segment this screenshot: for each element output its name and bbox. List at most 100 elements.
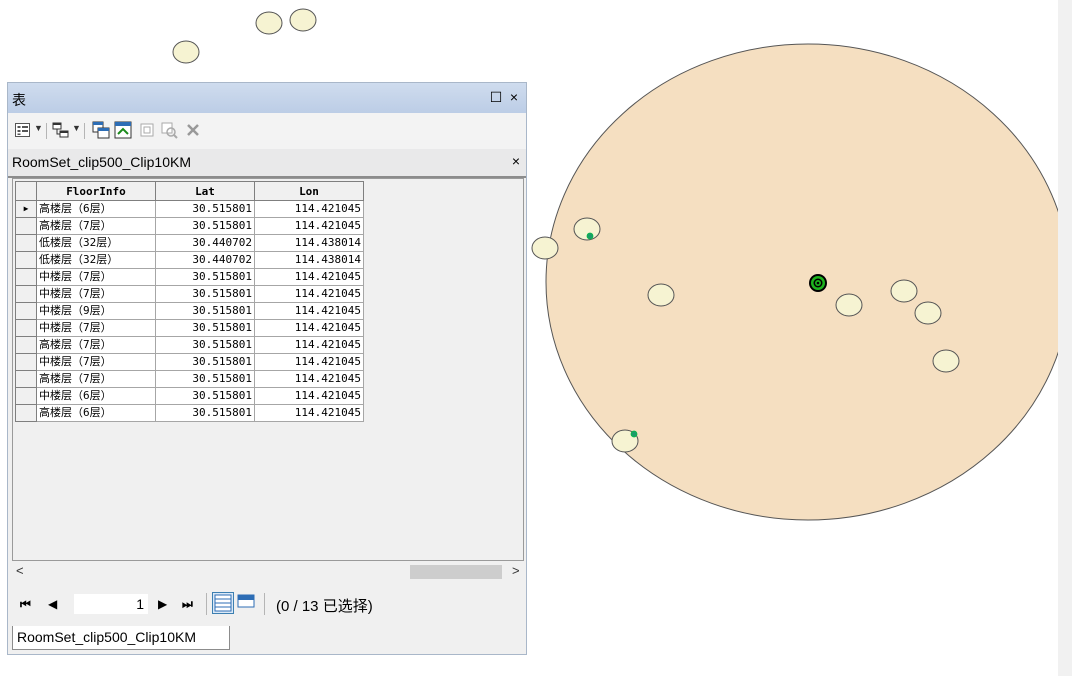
current-record-input[interactable]: 1 bbox=[74, 594, 148, 614]
cell-lat[interactable]: 30.515801 bbox=[155, 217, 255, 235]
column-header-floorinfo[interactable]: FloorInfo bbox=[36, 181, 156, 201]
cell-floor[interactable]: 中楼层（9层） bbox=[36, 302, 156, 320]
map-point[interactable] bbox=[289, 8, 317, 32]
table-row[interactable]: 中楼层（6层） 30.515801 114.421045 bbox=[15, 387, 364, 405]
row-selector[interactable] bbox=[15, 387, 37, 405]
row-selector[interactable] bbox=[15, 404, 37, 422]
cell-floor[interactable]: 高楼层（7层） bbox=[36, 217, 156, 235]
table-row[interactable]: 高楼层（7层） 30.515801 114.421045 bbox=[15, 336, 364, 354]
row-selector[interactable] bbox=[15, 285, 37, 303]
row-selector[interactable] bbox=[15, 353, 37, 371]
cell-lat[interactable]: 30.515801 bbox=[155, 302, 255, 320]
zoom-to-selected-icon[interactable] bbox=[160, 121, 178, 139]
previous-record-button[interactable]: ◀ bbox=[48, 597, 57, 611]
scroll-right-arrow[interactable]: > bbox=[512, 563, 520, 578]
chevron-down-icon[interactable]: ▼ bbox=[72, 123, 81, 133]
table-row[interactable]: 中楼层（7层） 30.515801 114.421045 bbox=[15, 285, 364, 303]
table-row[interactable]: 中楼层（7层） 30.515801 114.421045 bbox=[15, 268, 364, 286]
map-point[interactable] bbox=[835, 293, 863, 317]
show-all-records-button[interactable] bbox=[212, 592, 234, 614]
cell-lat[interactable]: 30.515801 bbox=[155, 268, 255, 286]
table-row[interactable]: 高楼层（7层） 30.515801 114.421045 bbox=[15, 217, 364, 235]
cell-lon[interactable]: 114.421045 bbox=[254, 302, 364, 320]
scroll-left-arrow[interactable]: < bbox=[16, 563, 24, 578]
map-point[interactable] bbox=[531, 236, 559, 260]
clear-selection-icon[interactable] bbox=[138, 121, 156, 139]
column-header-lat[interactable]: Lat bbox=[155, 181, 255, 201]
row-selector[interactable] bbox=[15, 251, 37, 269]
cell-lat[interactable]: 30.515801 bbox=[155, 319, 255, 337]
row-selector[interactable] bbox=[15, 336, 37, 354]
table-row[interactable]: 低楼层（32层） 30.440702 114.438014 bbox=[15, 234, 364, 252]
last-record-button[interactable]: ⏭ bbox=[182, 597, 193, 612]
cell-floor[interactable]: 低楼层（32层） bbox=[36, 251, 156, 269]
cell-lon[interactable]: 114.421045 bbox=[254, 370, 364, 388]
related-tables-icon[interactable] bbox=[52, 121, 70, 139]
cell-lon[interactable]: 114.421045 bbox=[254, 336, 364, 354]
first-record-button[interactable]: ⏮ bbox=[20, 597, 31, 612]
cell-lat[interactable]: 30.515801 bbox=[155, 200, 255, 218]
scroll-thumb[interactable] bbox=[410, 565, 502, 579]
chevron-down-icon[interactable]: ▼ bbox=[34, 123, 43, 133]
switch-selection-icon[interactable] bbox=[114, 121, 132, 139]
cell-lon[interactable]: 114.438014 bbox=[254, 234, 364, 252]
cell-floor[interactable]: 中楼层（7层） bbox=[36, 285, 156, 303]
cell-lat[interactable]: 30.515801 bbox=[155, 336, 255, 354]
map-point[interactable] bbox=[647, 283, 675, 307]
cell-lat[interactable]: 30.515801 bbox=[155, 285, 255, 303]
close-table-button[interactable]: × bbox=[512, 153, 520, 169]
delete-selected-icon[interactable] bbox=[184, 121, 202, 139]
table-row[interactable]: 中楼层（7层） 30.515801 114.421045 bbox=[15, 319, 364, 337]
map-point[interactable] bbox=[890, 279, 918, 303]
map-point[interactable] bbox=[932, 349, 960, 373]
map-point[interactable] bbox=[172, 40, 200, 64]
cell-lon[interactable]: 114.438014 bbox=[254, 251, 364, 269]
table-row[interactable]: 中楼层（7层） 30.515801 114.421045 bbox=[15, 353, 364, 371]
row-selector[interactable] bbox=[15, 302, 37, 320]
window-title-bar[interactable]: 表 ☐ × bbox=[8, 83, 526, 113]
cell-floor[interactable]: 中楼层（7层） bbox=[36, 268, 156, 286]
map-point[interactable] bbox=[255, 11, 283, 35]
select-by-attributes-icon[interactable] bbox=[92, 121, 110, 139]
cell-lon[interactable]: 114.421045 bbox=[254, 387, 364, 405]
cell-lat[interactable]: 30.515801 bbox=[155, 370, 255, 388]
cell-floor[interactable]: 高楼层（7层） bbox=[36, 370, 156, 388]
cell-floor[interactable]: 中楼层（7层） bbox=[36, 319, 156, 337]
table-row[interactable]: 高楼层（6层） 30.515801 114.421045 bbox=[15, 404, 364, 422]
cell-lat[interactable]: 30.515801 bbox=[155, 387, 255, 405]
map-point[interactable] bbox=[914, 301, 942, 325]
cell-lon[interactable]: 114.421045 bbox=[254, 268, 364, 286]
horizontal-scrollbar[interactable]: < > bbox=[12, 563, 524, 581]
row-selector[interactable]: ▶ bbox=[15, 200, 37, 218]
next-record-button[interactable]: ▶ bbox=[158, 597, 167, 611]
row-selector[interactable] bbox=[15, 370, 37, 388]
row-selector[interactable] bbox=[15, 319, 37, 337]
table-row[interactable]: 中楼层（9层） 30.515801 114.421045 bbox=[15, 302, 364, 320]
cell-lat[interactable]: 30.440702 bbox=[155, 234, 255, 252]
cell-lon[interactable]: 114.421045 bbox=[254, 200, 364, 218]
cell-lon[interactable]: 114.421045 bbox=[254, 319, 364, 337]
cell-floor[interactable]: 中楼层（6层） bbox=[36, 387, 156, 405]
table-row[interactable]: 高楼层（7层） 30.515801 114.421045 bbox=[15, 370, 364, 388]
table-row[interactable]: 低楼层（32层） 30.440702 114.438014 bbox=[15, 251, 364, 269]
cell-lat[interactable]: 30.440702 bbox=[155, 251, 255, 269]
cell-lat[interactable]: 30.515801 bbox=[155, 353, 255, 371]
table-options-icon[interactable] bbox=[14, 121, 32, 139]
table-row[interactable]: ▶ 高楼层（6层） 30.515801 114.421045 bbox=[15, 200, 364, 218]
cell-lat[interactable]: 30.515801 bbox=[155, 404, 255, 422]
close-window-button[interactable]: × bbox=[506, 88, 522, 106]
show-selected-records-button[interactable] bbox=[236, 592, 258, 614]
column-header-lon[interactable]: Lon bbox=[254, 181, 364, 201]
cell-lon[interactable]: 114.421045 bbox=[254, 285, 364, 303]
table-bottom-tab[interactable]: RoomSet_clip500_Clip10KM bbox=[12, 626, 230, 650]
cell-floor[interactable]: 高楼层（6层） bbox=[36, 404, 156, 422]
row-selector[interactable] bbox=[15, 217, 37, 235]
cell-lon[interactable]: 114.421045 bbox=[254, 353, 364, 371]
row-selector[interactable] bbox=[15, 234, 37, 252]
cell-floor[interactable]: 高楼层（6层） bbox=[36, 200, 156, 218]
cell-floor[interactable]: 低楼层（32层） bbox=[36, 234, 156, 252]
cell-lon[interactable]: 114.421045 bbox=[254, 217, 364, 235]
restore-button[interactable]: ☐ bbox=[488, 88, 504, 106]
cell-lon[interactable]: 114.421045 bbox=[254, 404, 364, 422]
cell-floor[interactable]: 高楼层（7层） bbox=[36, 336, 156, 354]
